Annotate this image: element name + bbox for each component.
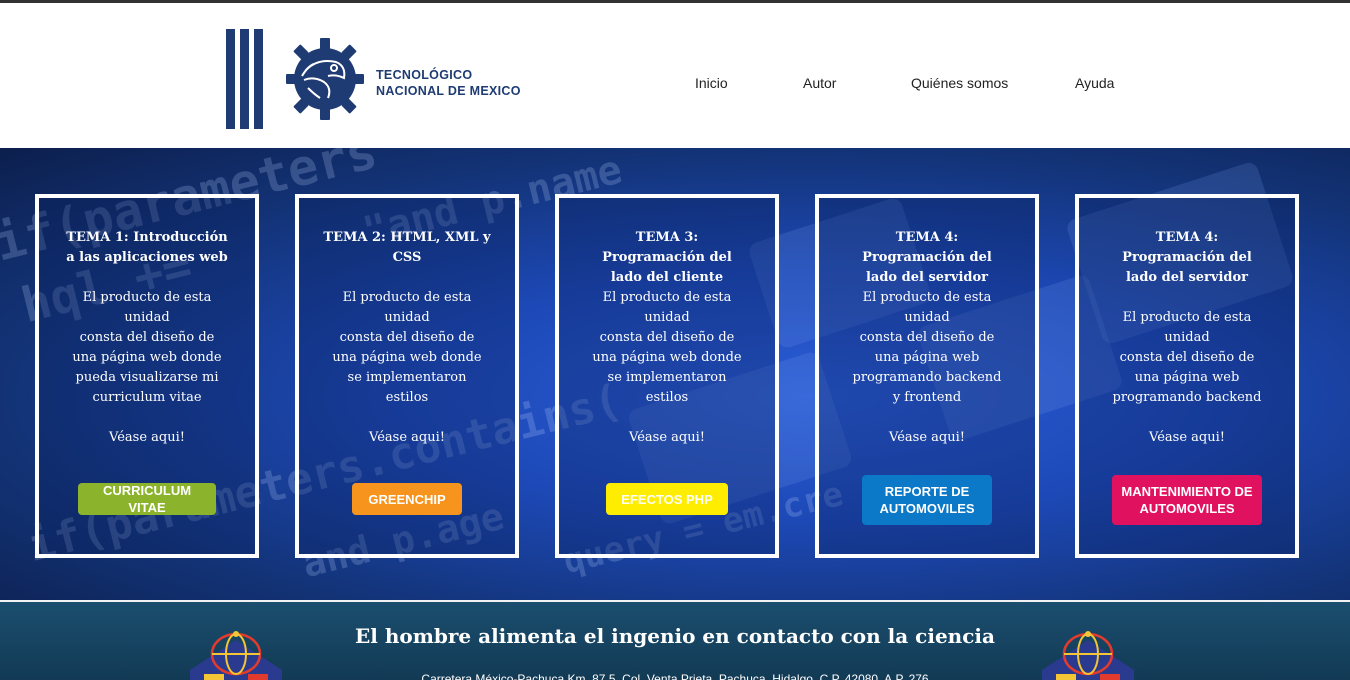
topic-card-2: TEMA 2: HTML, XML y CSS El producto de e… bbox=[295, 194, 519, 558]
topic-card-5: TEMA 4: Programación del lado del servid… bbox=[1075, 194, 1299, 558]
card-description: El producto de esta unidad consta del di… bbox=[1112, 310, 1262, 405]
card-see-here: Véase aqui! bbox=[1149, 430, 1225, 445]
mantenimiento-automoviles-button[interactable]: MANTENIMIENTO DE AUTOMOVILES bbox=[1112, 475, 1262, 525]
site-footer: El hombre alimenta el ingenio en contact… bbox=[0, 600, 1350, 680]
card-title: TEMA 4: Programación del lado del servid… bbox=[862, 230, 992, 285]
card-see-here: Véase aqui! bbox=[369, 430, 445, 445]
card-description: El producto de esta unidad consta del di… bbox=[592, 290, 742, 405]
card-title: TEMA 2: HTML, XML y CSS bbox=[323, 230, 491, 265]
curriculum-vitae-button[interactable]: CURRICULUM VITAE bbox=[78, 483, 216, 515]
nav-item-ayuda[interactable]: Ayuda bbox=[1075, 75, 1114, 91]
topic-card-3: TEMA 3: Programación del lado del client… bbox=[555, 194, 779, 558]
card-title: TEMA 4: Programación del lado del servid… bbox=[1122, 230, 1252, 285]
topic-card-4: TEMA 4: Programación del lado del servid… bbox=[815, 194, 1039, 558]
footer-slogan: El hombre alimenta el ingenio en contact… bbox=[355, 624, 995, 648]
greenchip-button[interactable]: GREENCHIP bbox=[352, 483, 462, 515]
hero-banner: if(parameters hql += "and p.name if(para… bbox=[0, 148, 1350, 600]
nav-item-autor[interactable]: Autor bbox=[803, 75, 836, 91]
card-description: El producto de esta unidad consta del di… bbox=[852, 290, 1002, 405]
reporte-automoviles-button[interactable]: REPORTE DE AUTOMOVILES bbox=[862, 475, 992, 525]
card-description: El producto de esta unidad consta del di… bbox=[332, 290, 482, 405]
card-title: TEMA 3: Programación del lado del client… bbox=[602, 230, 732, 285]
card-see-here: Véase aqui! bbox=[629, 430, 705, 445]
site-header: TECNOLÓGICO NACIONAL DE MEXICO Inicio Au… bbox=[0, 3, 1350, 148]
nav-item-quienes-somos[interactable]: Quiénes somos bbox=[911, 75, 1008, 91]
topic-card-1: TEMA 1: Introducción a las aplicaciones … bbox=[35, 194, 259, 558]
card-see-here: Véase aqui! bbox=[889, 430, 965, 445]
efectos-php-button[interactable]: EFECTOS PHP bbox=[606, 483, 728, 515]
nav-item-inicio[interactable]: Inicio bbox=[695, 75, 728, 91]
card-description: El producto de esta unidad consta del di… bbox=[72, 290, 222, 405]
footer-address: Carretera México-Pachuca Km. 87.5, Col. … bbox=[421, 672, 929, 680]
card-see-here: Véase aqui! bbox=[109, 430, 185, 445]
itp-emblem-icon bbox=[1042, 631, 1134, 680]
card-title: TEMA 1: Introducción a las aplicaciones … bbox=[66, 230, 228, 265]
main-nav: Inicio Autor Quiénes somos Ayuda bbox=[0, 75, 1350, 95]
